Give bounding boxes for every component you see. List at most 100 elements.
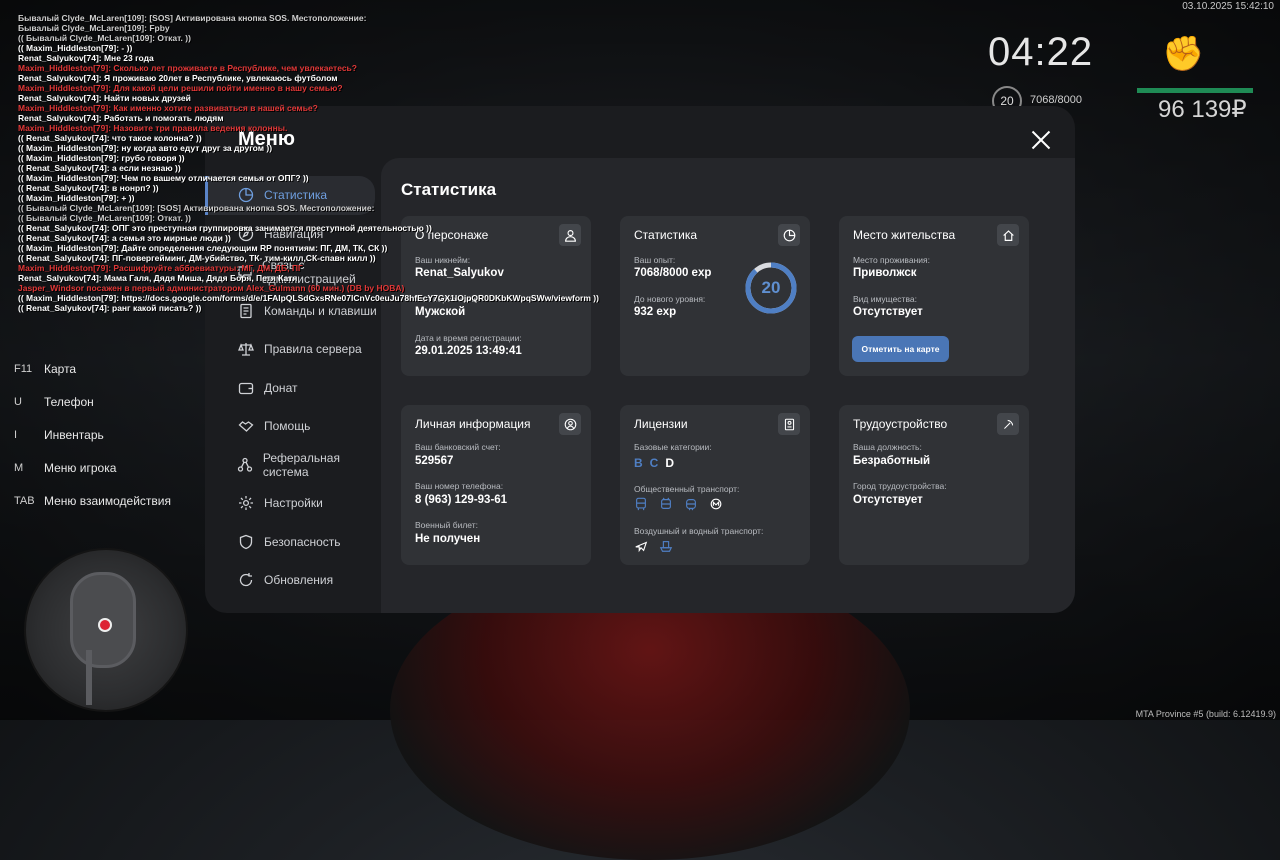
- chat-line: (( Renat_Salyukov[74]: в нонрп? )): [18, 183, 159, 193]
- home-icon: [997, 224, 1019, 246]
- nav-item-label: Безопасность: [264, 534, 341, 549]
- nav-item-label: Помощь: [264, 419, 311, 434]
- field-label: Военный билет:: [415, 520, 479, 530]
- chat-line: Бывалый Clyde_McLaren[109]: Fpby: [18, 23, 170, 33]
- gear-icon: [237, 494, 255, 512]
- bus-icon: [633, 496, 649, 512]
- chat-line: Renat_Salyukov[74]: Работать и помогать …: [18, 113, 224, 123]
- chat-line: (( Бывалый Clyde_McLaren[109]: [SOS] Акт…: [18, 203, 375, 213]
- card-title: Статистика: [634, 228, 698, 242]
- chat-line: (( Maxim_Hiddleston[79]: грубо говоря )): [18, 153, 185, 163]
- nav-item-label: Настройки: [264, 496, 323, 511]
- card-licenses: Лицензии Базовые категории: BCD Обществе…: [620, 405, 810, 565]
- field-label: Вид имущества:: [853, 294, 917, 304]
- nav-item-label: Правила сервера: [264, 342, 362, 357]
- chat-line: Renat_Salyukov[74]: Я проживаю 20лет в Р…: [18, 73, 338, 83]
- id-card-icon: [778, 413, 800, 435]
- job-city-value: Отсутствует: [853, 494, 923, 506]
- chat-log: Бывалый Clyde_McLaren[109]: [SOS] Активи…: [18, 13, 618, 313]
- chat-line: (( Renat_Salyukov[74]: а если незнаю )): [18, 163, 181, 173]
- field-label: Ваш номер телефона:: [415, 481, 504, 491]
- trolleybus-icon: [658, 496, 674, 512]
- card-title: Личная информация: [415, 417, 531, 431]
- health-bar: [1137, 88, 1253, 93]
- chat-line: Renat_Salyukov[74]: Мне 23 года: [18, 53, 154, 63]
- card-personal-info: Личная информация Ваш банковский счет: 5…: [401, 405, 591, 565]
- level-number: 20: [761, 278, 781, 297]
- level-ring: 20: [744, 261, 798, 315]
- chat-line: (( Renat_Salyukov[74]: ПГ-повергейминг, …: [18, 253, 376, 263]
- chat-line: Maxim_Hiddleston[79]: Назовите три прави…: [18, 123, 288, 133]
- chat-line: Бывалый Clyde_McLaren[109]: [SOS] Активи…: [18, 13, 367, 23]
- field-label: Дата и время регистрации:: [415, 333, 522, 343]
- field-label: Базовые категории:: [634, 442, 712, 452]
- chat-line: Renat_Salyukov[74]: Мама Галя, Дядя Миша…: [18, 273, 298, 283]
- handshake-icon: [237, 417, 255, 435]
- minimap: [24, 548, 188, 712]
- keybind-label: Инвентарь: [44, 427, 104, 442]
- nav-item[interactable]: Донат: [205, 369, 381, 408]
- chat-line: Maxim_Hiddleston[79]: Расшифруйте аббрев…: [18, 263, 303, 273]
- field-label: Ваш опыт:: [634, 255, 676, 265]
- mark-on-map-button[interactable]: Отметить на карте: [852, 336, 949, 362]
- player-marker-icon: [98, 618, 112, 632]
- keybind-key: F11: [14, 362, 33, 375]
- public-transport-icons: [633, 496, 724, 512]
- field-label: Ваш банковский счет:: [415, 442, 501, 452]
- hud-datetime: 03.10.2025 15:42:10: [1182, 1, 1274, 12]
- tram-icon: [683, 496, 699, 512]
- chat-line: Jasper_Windsor посажен в первый админист…: [18, 283, 405, 293]
- position-value: Безработный: [853, 455, 931, 467]
- keybind-label: Меню игрока: [44, 460, 117, 475]
- chat-line: (( Renat_Salyukov[74]: ранг какой писать…: [18, 303, 202, 313]
- keybind-key: M: [14, 461, 24, 474]
- nav-item-label: Реферальная система: [262, 450, 340, 479]
- refresh-icon: [237, 571, 255, 589]
- chat-line: Maxim_Hiddleston[79]: Для какой цели реш…: [18, 83, 343, 93]
- keybind-key: I: [14, 428, 18, 441]
- shield-icon: [237, 533, 255, 551]
- nav-item[interactable]: Безопасность: [205, 523, 381, 562]
- fist-icon: ✊: [1162, 35, 1205, 73]
- server-watermark: MTA Province #5 (build: 6.12419.9): [1135, 709, 1276, 719]
- field-label: Город трудоустройства:: [853, 481, 947, 491]
- hud-exp: 7068/8000: [1030, 94, 1082, 106]
- wallet-icon: [237, 379, 255, 397]
- nav-item[interactable]: Правила сервера: [205, 330, 381, 369]
- chat-line: (( Maxim_Hiddleston[79]: Чем по вашему о…: [18, 173, 309, 183]
- user-circle-icon: [559, 413, 581, 435]
- nav-item[interactable]: Реферальная система: [205, 446, 381, 485]
- chat-line: (( Бывалый Clyde_McLaren[109]: Откат. )): [18, 33, 191, 43]
- chat-line: Maxim_Hiddleston[79]: Как именно хотите …: [18, 103, 318, 113]
- nav-item[interactable]: Настройки: [205, 484, 381, 523]
- license-category: B: [634, 456, 643, 470]
- chat-line: (( Maxim_Hiddleston[79]: https://docs.go…: [18, 293, 599, 303]
- keybind-label: Меню взаимодействия: [44, 493, 171, 508]
- close-icon[interactable]: [1027, 126, 1055, 154]
- plane-icon: [633, 538, 649, 554]
- keybind-key: TAB: [14, 494, 35, 507]
- phone-value: 8 (963) 129-93-61: [415, 494, 508, 506]
- nav-item[interactable]: Обновления: [205, 561, 381, 600]
- nav-item[interactable]: Помощь: [205, 407, 381, 446]
- card-statistics: Статистика Ваш опыт: 7068/8000 exp До но…: [620, 216, 810, 376]
- chat-line: (( Renat_Salyukov[74]: а семья это мирны…: [18, 233, 231, 243]
- keybind-row: TAB Меню взаимодействия: [14, 484, 171, 517]
- chat-line: (( Maxim_Hiddleston[79]: Дайте определен…: [18, 243, 388, 253]
- bank-account-value: 529567: [415, 455, 454, 467]
- chat-line: (( Maxim_Hiddleston[79]: - )): [18, 43, 133, 53]
- nav-item-label: Обновления: [264, 573, 334, 588]
- chat-line: Maxim_Hiddleston[79]: Сколько лет прожив…: [18, 63, 357, 73]
- field-label: Ваша должность:: [853, 442, 922, 452]
- keybind-row: F11 Карта: [14, 352, 171, 385]
- residence-value: Приволжск: [853, 267, 917, 279]
- field-label: Место проживания:: [853, 255, 930, 265]
- scales-icon: [237, 340, 255, 358]
- keybind-row: I Инвентарь: [14, 418, 171, 451]
- property-value: Отсутствует: [853, 306, 923, 318]
- military-id-value: Не получен: [415, 533, 481, 545]
- chat-line: Renat_Salyukov[74]: Найти новых друзей: [18, 93, 191, 103]
- metro-icon: [708, 496, 724, 512]
- card-employment: Трудоустройство Ваша должность: Безработ…: [839, 405, 1029, 565]
- exp-value: 7068/8000 exp: [634, 267, 712, 279]
